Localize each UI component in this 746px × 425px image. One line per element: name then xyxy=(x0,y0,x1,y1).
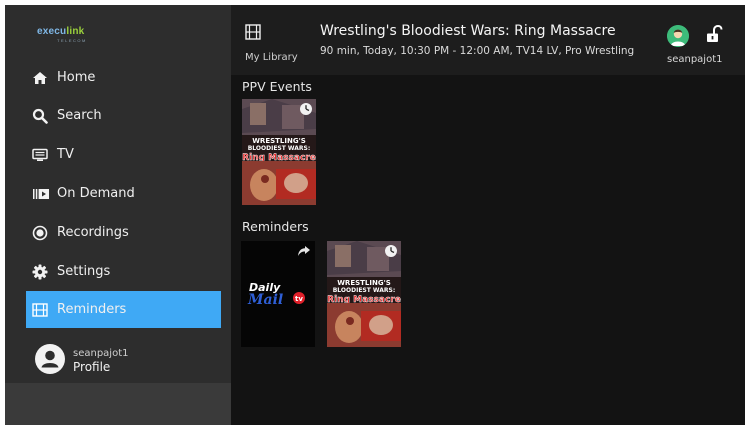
poster-daily-mail-tv[interactable]: Daily Mail tv xyxy=(241,241,315,347)
daily-mail-logo-line2: Mail xyxy=(247,292,283,308)
avatar[interactable] xyxy=(667,25,689,47)
sidebar: execulink TELECOM Home Search TV On Dema… xyxy=(5,5,231,425)
sidebar-footer xyxy=(5,383,231,425)
gear-icon xyxy=(26,262,52,282)
nav-item-tv[interactable]: TV xyxy=(26,136,221,173)
profile-button[interactable]: seanpajot1 Profile xyxy=(35,343,215,379)
record-icon xyxy=(26,223,52,243)
nav-item-settings[interactable]: Settings xyxy=(26,253,221,290)
nav-label-tv: TV xyxy=(57,147,74,162)
nav-label-home: Home xyxy=(57,70,96,85)
nav-label-on-demand: On Demand xyxy=(57,186,135,201)
poster-wrestling-reminder[interactable]: WRESTLING'S BLOODIEST WARS: Ring Massacr… xyxy=(327,241,401,347)
on-demand-icon xyxy=(26,184,52,204)
user-icon xyxy=(35,344,65,378)
clock-icon xyxy=(300,103,312,115)
program-title: Wrestling's Bloodiest Wars: Ring Massacr… xyxy=(320,23,616,39)
nav-label-recordings: Recordings xyxy=(57,225,129,240)
nav-item-recordings[interactable]: Recordings xyxy=(26,214,221,251)
search-icon xyxy=(26,106,52,126)
poster-title-line1: WRESTLING'S xyxy=(252,137,306,145)
nav-item-reminders[interactable]: Reminders xyxy=(26,291,221,328)
nav-item-on-demand[interactable]: On Demand xyxy=(26,175,221,212)
main-content: My Library Wrestling's Bloodiest Wars: R… xyxy=(231,5,745,425)
header-username: seanpajot1 xyxy=(667,54,723,65)
profile-label: Profile xyxy=(73,360,111,374)
app-frame: execulink TELECOM Home Search TV On Dema… xyxy=(5,5,745,425)
film-icon xyxy=(26,300,52,320)
poster-wrestling-ppv[interactable]: WRESTLING'S BLOODIEST WARS: Ring Massacr… xyxy=(242,99,316,205)
my-library-label[interactable]: My Library xyxy=(245,52,298,63)
execulink-logo: execulink TELECOM xyxy=(37,26,87,44)
poster-title-line2: BLOODIEST WARS: xyxy=(333,287,396,294)
film-icon[interactable] xyxy=(245,24,261,44)
nav-label-settings: Settings xyxy=(57,264,111,279)
poster-title-line1: WRESTLING'S xyxy=(337,279,391,287)
poster-title-line2: BLOODIEST WARS: xyxy=(248,145,311,152)
nav-label-search: Search xyxy=(57,108,102,123)
section-title-ppv-events: PPV Events xyxy=(242,79,312,94)
share-icon xyxy=(298,246,310,256)
profile-username: seanpajot1 xyxy=(73,348,129,359)
section-title-reminders: Reminders xyxy=(242,219,309,234)
home-icon xyxy=(26,68,52,88)
program-details: 90 min, Today, 10:30 PM - 12:00 AM, TV14… xyxy=(320,45,635,57)
daily-mail-logo-badge: tv xyxy=(295,295,303,303)
program-info-bar: My Library Wrestling's Bloodiest Wars: R… xyxy=(231,5,745,75)
unlock-icon[interactable] xyxy=(705,24,723,47)
nav-item-home[interactable]: Home xyxy=(26,59,221,96)
nav-label-reminders: Reminders xyxy=(57,302,127,317)
tv-guide-icon xyxy=(26,145,52,165)
nav-item-search[interactable]: Search xyxy=(26,97,221,134)
clock-icon xyxy=(385,245,397,257)
